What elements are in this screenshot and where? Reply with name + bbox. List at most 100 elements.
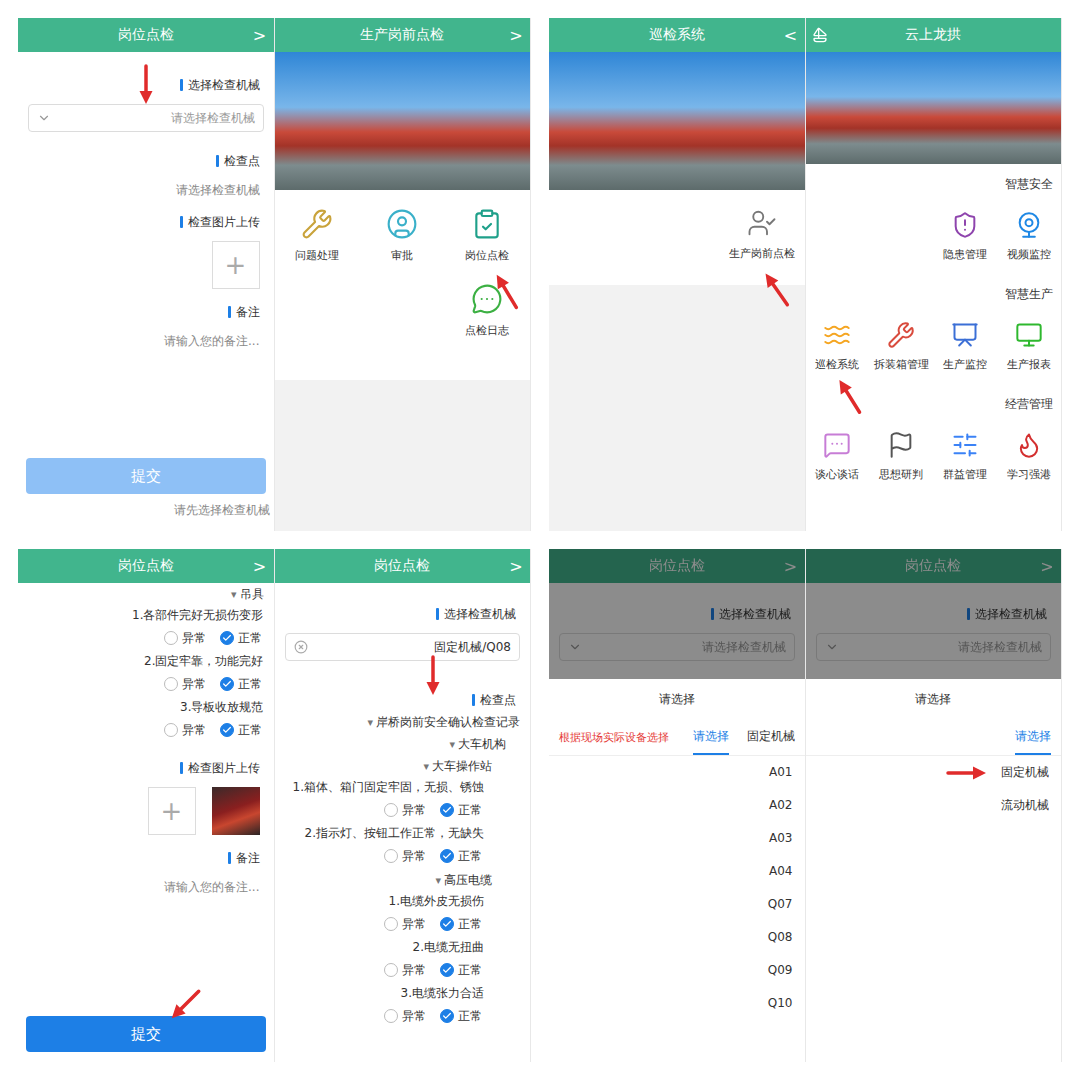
radio-dot[interactable] (440, 1009, 454, 1023)
app-tile[interactable]: 审批 (360, 208, 445, 263)
radio-dot[interactable] (164, 631, 178, 645)
radio-dot[interactable] (220, 677, 234, 691)
picker-option[interactable]: A01 (549, 756, 805, 789)
app-tile[interactable]: 拆装箱管理 (869, 321, 933, 372)
clear-icon[interactable] (294, 640, 308, 654)
upload-section: 检查图片上传+ (18, 211, 274, 289)
radio-option[interactable]: 异常 (164, 676, 206, 693)
remark-input[interactable]: 请输入您的备注... (28, 877, 264, 898)
app-tile[interactable]: 问题处理 (275, 208, 360, 263)
upload-button[interactable]: + (148, 787, 196, 835)
app-tile[interactable]: 点检日志 (445, 283, 530, 338)
tree-group[interactable]: ▾大车操作站 (275, 755, 531, 777)
port-photo (806, 52, 1062, 164)
picker-tab[interactable]: 请选择 (693, 720, 729, 755)
app-tile[interactable]: 岗位点检 (445, 208, 530, 263)
check-icon (222, 679, 232, 689)
machine-section: 选择检查机械请选择检查机械 (18, 74, 274, 132)
radio-option[interactable]: 异常 (164, 630, 206, 647)
app-tile[interactable]: 隐患管理 (933, 211, 997, 262)
picker-option[interactable]: Q08 (549, 921, 805, 954)
radio-dot[interactable] (440, 849, 454, 863)
upload-button[interactable]: + (212, 241, 260, 289)
uploaded-photo[interactable] (212, 787, 260, 835)
picker-option[interactable]: 流动机械 (806, 789, 1062, 822)
field-label: 备注 (28, 301, 264, 323)
tree-group[interactable]: ▾吊具 (18, 583, 274, 605)
app-tile[interactable]: 巡检系统 (806, 321, 870, 372)
back-button[interactable]: > (1033, 557, 1061, 576)
app-tile[interactable]: 生产岗前点检 (719, 208, 804, 261)
picker-option[interactable]: A02 (549, 789, 805, 822)
picker-option[interactable]: A04 (549, 855, 805, 888)
machine-section: 选择检查机械固定机械/Q08 (275, 603, 531, 661)
radio-dot[interactable] (440, 803, 454, 817)
tree-group[interactable]: ▾岸桥岗前安全确认检查记录 (275, 711, 531, 733)
app-tile[interactable]: 生产监控 (933, 321, 997, 372)
submit-button[interactable]: 提交 (26, 458, 266, 494)
picker-option[interactable]: A03 (549, 822, 805, 855)
radio-dot[interactable] (220, 631, 234, 645)
radio-option[interactable]: 异常 (384, 802, 426, 819)
back-button[interactable]: > (502, 557, 530, 576)
picker-tab[interactable]: 固定机械 (747, 720, 795, 755)
machine-select[interactable]: 请选择检查机械 (28, 104, 264, 132)
radio-option[interactable]: 正常 (440, 848, 482, 865)
picker-option[interactable]: Q10 (549, 987, 805, 1020)
picker-option[interactable]: Q09 (549, 954, 805, 987)
back-button[interactable]: > (502, 26, 530, 45)
back-button[interactable]: < (777, 26, 805, 45)
submit-button[interactable]: 提交 (26, 1016, 266, 1052)
radio-dot[interactable] (440, 917, 454, 931)
app-tile[interactable]: 视频监控 (997, 211, 1061, 262)
machine-select[interactable]: 请选择检查机械 (816, 633, 1052, 661)
radio-option[interactable]: 异常 (384, 962, 426, 979)
machine-select[interactable]: 固定机械/Q08 (285, 633, 521, 661)
radio-dot[interactable] (220, 723, 234, 737)
radio-option[interactable]: 正常 (440, 802, 482, 819)
back-button[interactable]: > (246, 26, 274, 45)
picker-tab[interactable]: 请选择 (1015, 720, 1051, 755)
red-arrow-icon (946, 766, 986, 780)
radio-option[interactable]: 正常 (220, 722, 262, 739)
radio-option[interactable]: 正常 (440, 916, 482, 933)
radio-option[interactable]: 异常 (164, 722, 206, 739)
picker-sheet: 请选择固定机械请选择根据现场实际设备选择A01A02A03A04Q07Q08Q0… (549, 679, 805, 1062)
radio-dot[interactable] (164, 677, 178, 691)
radio-dot[interactable] (384, 849, 398, 863)
radio-group: 正常异常 (275, 1003, 531, 1029)
remark-input[interactable]: 请输入您的备注... (28, 331, 264, 352)
radio-option[interactable]: 异常 (384, 916, 426, 933)
app-tile[interactable]: 思想研判 (869, 431, 933, 482)
app-icon (951, 321, 979, 349)
tree-group[interactable]: ▾大车机构 (275, 733, 531, 755)
section-title: 智慧生产 (806, 274, 1062, 303)
radio-option[interactable]: 正常 (440, 1008, 482, 1025)
radio-option[interactable]: 正常 (220, 676, 262, 693)
radio-dot[interactable] (440, 963, 454, 977)
app-tile[interactable]: 群益管理 (933, 431, 997, 482)
radio-option[interactable]: 正常 (440, 962, 482, 979)
radio-dot[interactable] (384, 1009, 398, 1023)
app-tile[interactable]: 学习强港 (997, 431, 1061, 482)
screen-pair: 岗位点检>选择检查机械请选择检查机械请选择固定机械请选择根据现场实际设备选择A0… (549, 549, 1062, 1062)
back-button[interactable]: > (777, 557, 805, 576)
radio-option[interactable]: 异常 (384, 848, 426, 865)
machine-select[interactable]: 请选择检查机械 (559, 633, 795, 661)
radio-dot[interactable] (164, 723, 178, 737)
app-icon (1015, 431, 1043, 459)
picker-option[interactable]: Q07 (549, 888, 805, 921)
app-icon (823, 321, 851, 349)
radio-option[interactable]: 正常 (220, 630, 262, 647)
app-tile[interactable]: 生产报表 (997, 321, 1061, 372)
back-button[interactable]: > (246, 557, 274, 576)
check-item-text: 2.指示灯、按钮工作正常，无缺失 (275, 823, 531, 843)
tree-group[interactable]: ▾高压电缆 (275, 869, 531, 891)
radio-option[interactable]: 异常 (384, 1008, 426, 1025)
radio-dot[interactable] (384, 963, 398, 977)
remark-section: 备注请输入您的备注... (18, 301, 274, 352)
radio-dot[interactable] (384, 917, 398, 931)
app-tile[interactable]: 谈心谈话 (806, 431, 870, 482)
picker-option[interactable]: 固定机械 (806, 756, 1062, 789)
radio-dot[interactable] (384, 803, 398, 817)
